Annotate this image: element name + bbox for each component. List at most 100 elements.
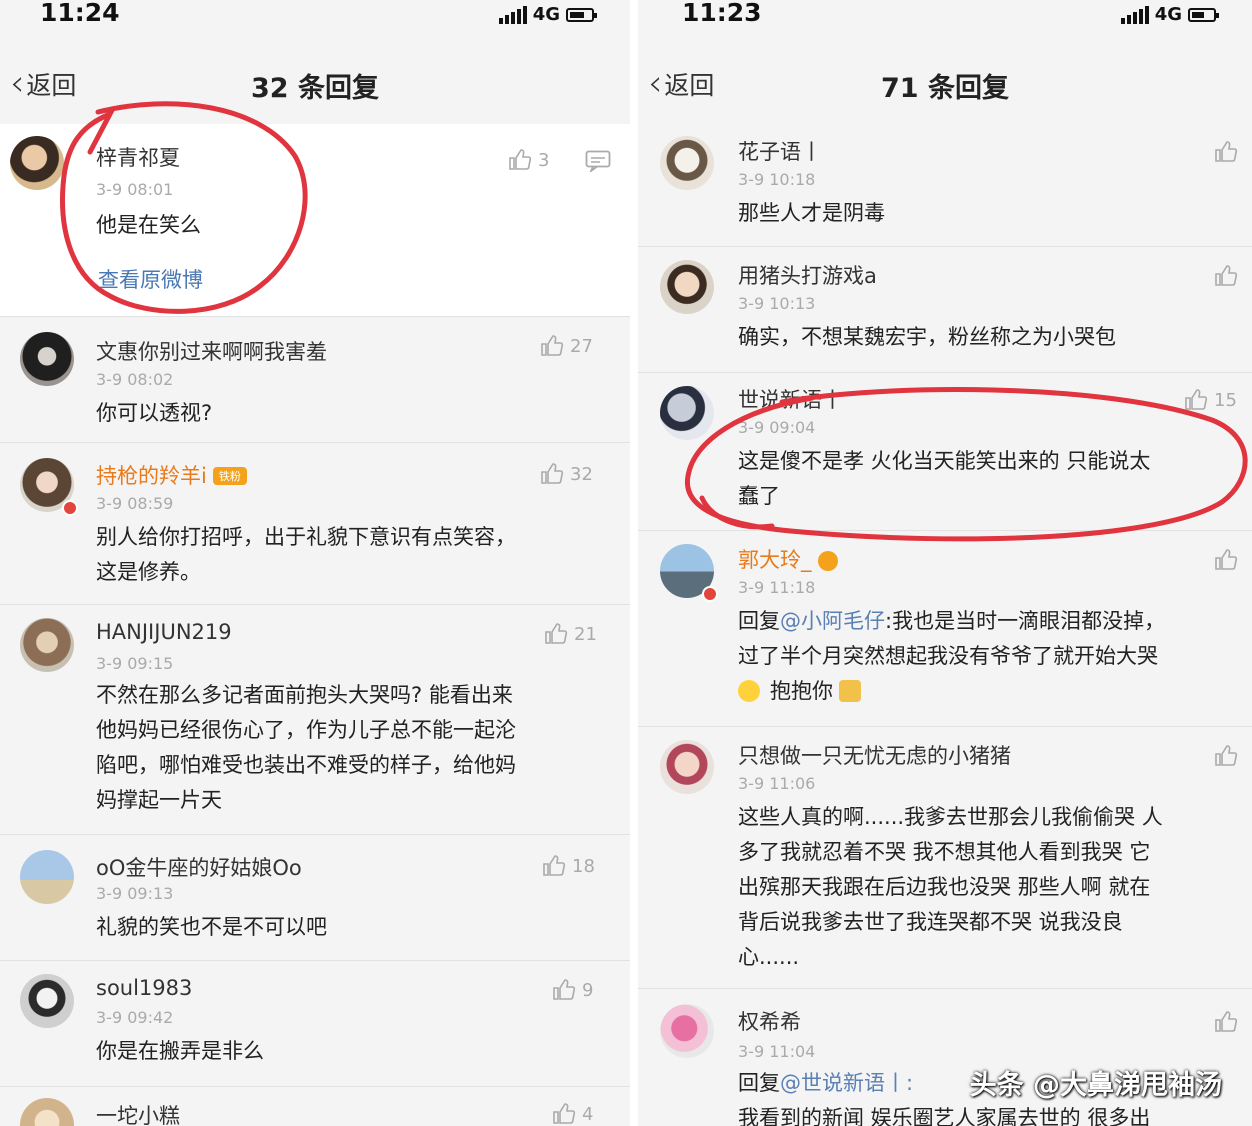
comment-line: 陷吧，哪怕难受也装出不难受的样子，给他妈 — [96, 753, 516, 777]
comment-time: 3-9 11:06 — [738, 774, 816, 793]
comment-username[interactable]: 持枪的羚羊i 铁粉 — [96, 460, 247, 490]
like-count: 27 — [570, 335, 593, 357]
comment-username[interactable]: HANJIJUN219 — [96, 620, 232, 644]
comment-item: soul1983 3-9 09:42 你是在搬弄是非么 9 — [0, 962, 630, 1087]
avatar[interactable] — [20, 1098, 74, 1126]
comment-username[interactable]: 文惠你别过来啊啊我害羞 — [96, 336, 327, 366]
like-count: 4 — [582, 1103, 594, 1125]
avatar[interactable] — [660, 740, 714, 794]
avatar[interactable] — [20, 332, 74, 386]
thumbs-up-icon — [553, 1103, 576, 1124]
comment-item: oO金牛座的好姑娘Oo 3-9 09:13 礼貌的笑也不是不可以吧 18 — [0, 836, 630, 961]
comment-line: 妈撑起一片天 — [96, 788, 222, 812]
hug-emoji-icon — [839, 680, 861, 702]
comment-username[interactable]: oO金牛座的好姑娘Oo — [96, 852, 302, 882]
avatar[interactable] — [20, 974, 74, 1028]
thumbs-up-icon[interactable] — [1214, 548, 1238, 572]
watermark: 头条 @大鼻涕甩袖汤 — [969, 1070, 1222, 1101]
comment-line: 这是傻不是孝 火化当天能笑出来的 只能说太 — [738, 449, 1151, 473]
thumbs-up-icon[interactable] — [1214, 744, 1238, 768]
comment-line: 不然在那么多记者面前抱头大哭吗? 能看出来 — [96, 683, 513, 707]
comment-line: 过了半个月突然想起我没有爷爷了就开始大哭 — [738, 644, 1158, 668]
thumbs-up-icon[interactable] — [1214, 140, 1238, 164]
badge-icon — [817, 551, 838, 571]
avatar[interactable] — [20, 618, 74, 672]
comment-time: 3-9 11:04 — [738, 1042, 816, 1061]
comment-item: 世说新语丨 3-9 09:04 这是傻不是孝 火化当天能笑出来的 只能说太 蠢了… — [638, 374, 1252, 531]
like-button[interactable]: 3 — [508, 148, 549, 172]
comment-line-text: 抱抱你 — [770, 679, 833, 703]
page-title: 32 条回复 — [251, 73, 379, 104]
status-bar: 11:23 4G — [638, 0, 1252, 34]
comment-username[interactable]: 一坨小糕 — [96, 1100, 180, 1126]
comment-username[interactable]: 郭大玲_ — [738, 544, 838, 574]
comment-username[interactable]: 用猪头打游戏a — [738, 260, 877, 290]
like-button[interactable]: 18 — [542, 854, 595, 878]
avatar[interactable] — [660, 386, 714, 440]
verified-badge — [702, 586, 718, 602]
comment-item: 郭大玲_ 3-9 11:18 回复@小阿毛仔:我也是当时一滴眼泪都没掉， 过了半… — [638, 532, 1252, 727]
avatar[interactable] — [10, 136, 64, 190]
battery-icon — [1188, 7, 1219, 22]
status-time: 11:24 — [40, 0, 120, 27]
avatar[interactable] — [660, 1004, 714, 1058]
signal-icon — [498, 5, 527, 24]
network-label: 4G — [1154, 4, 1182, 25]
like-count: 15 — [1214, 389, 1237, 411]
like-button[interactable]: 32 — [540, 462, 593, 486]
username-text: 郭大玲_ — [738, 548, 812, 572]
comment-username[interactable]: 梓青祁夏 — [96, 142, 180, 172]
status-bar: 11:24 4G — [0, 0, 630, 34]
comment-item: 花子语丨 3-9 10:18 那些人才是阴毒 — [638, 124, 1252, 247]
like-count: 32 — [570, 463, 593, 485]
page-title: 71 条回复 — [881, 73, 1009, 104]
thumbs-up-icon — [541, 463, 564, 484]
comment-line: 蠢了 — [738, 484, 780, 508]
comment-username[interactable]: soul1983 — [96, 976, 192, 1000]
like-button[interactable]: 27 — [540, 334, 593, 358]
mention-link[interactable]: @世说新语丨: — [780, 1071, 913, 1095]
comment-line: 别人给你打招呼，出于礼貌下意识有点笑容， — [96, 525, 516, 549]
left-phone-screenshot: 11:24 4G ‹ 返回 32 条回复 梓青祁夏 3-9 08:01 他是在笑么… — [0, 0, 630, 1126]
comment-text: 他是在笑么 — [96, 213, 201, 237]
comment-username[interactable]: 世说新语丨 — [738, 384, 843, 414]
divider — [630, 0, 638, 1126]
avatar[interactable] — [660, 260, 714, 314]
username-text: 持枪的羚羊i — [96, 464, 207, 488]
comment-username[interactable]: 只想做一只无忧无虑的小猪猪 — [738, 740, 1011, 770]
mention-link[interactable]: @小阿毛仔 — [780, 609, 885, 633]
thumbs-up-icon[interactable] — [1214, 264, 1238, 288]
like-button[interactable]: 15 — [1184, 388, 1237, 412]
comment-line: 回复@小阿毛仔:我也是当时一滴眼泪都没掉， — [738, 609, 1166, 633]
comment-time: 3-9 10:13 — [738, 294, 816, 313]
like-button[interactable]: 21 — [544, 622, 597, 646]
like-count: 18 — [572, 855, 595, 877]
comment-icon[interactable] — [585, 150, 611, 172]
comment-username[interactable]: 花子语丨 — [738, 136, 822, 166]
comment-time: 3-9 08:01 — [96, 180, 174, 199]
thumbs-up-icon — [545, 623, 568, 644]
comment-item: HANJIJUN219 3-9 09:15 不然在那么多记者面前抱头大哭吗? 能… — [0, 606, 630, 835]
view-original-weibo-link[interactable]: 查看原微博 — [98, 264, 203, 294]
comment-item: 用猪头打游戏a 3-9 10:13 确实，不想某魏宏宇，粉丝称之为小哭包 — [638, 248, 1252, 373]
comment-line: 这些人真的啊......我爹去世那会儿我偷偷哭 人 — [738, 805, 1163, 829]
thumbs-up-icon[interactable] — [1214, 1010, 1238, 1034]
avatar[interactable] — [660, 136, 714, 190]
comment-time: 3-9 10:18 — [738, 170, 816, 189]
reply-prefix: 回复 — [738, 1071, 780, 1095]
like-count: 9 — [582, 979, 594, 1001]
thumbs-up-icon — [1185, 389, 1208, 410]
like-button[interactable]: 9 — [552, 978, 593, 1002]
comment-username[interactable]: 权希希 — [738, 1006, 801, 1036]
like-button[interactable]: 4 — [552, 1102, 593, 1126]
avatar[interactable] — [20, 850, 74, 904]
comment-line: 他妈妈已经很伤心了，作为儿子总不能一起沦 — [96, 718, 516, 742]
comment-line: 多了我就忍着不哭 我不想其他人看到我哭 它 — [738, 840, 1151, 864]
network-label: 4G — [532, 4, 560, 25]
comment-line-text: 我也是当时一滴眼泪都没掉， — [892, 609, 1166, 633]
comment-line: 心...... — [738, 945, 800, 969]
comment-line: 出殡那天我跟在后边我也没哭 那些人啊 就在 — [738, 875, 1151, 899]
comment-time: 3-9 08:59 — [96, 494, 174, 513]
status-time: 11:23 — [682, 0, 762, 27]
nav-bar: ‹ 返回 71 条回复 — [638, 50, 1252, 114]
